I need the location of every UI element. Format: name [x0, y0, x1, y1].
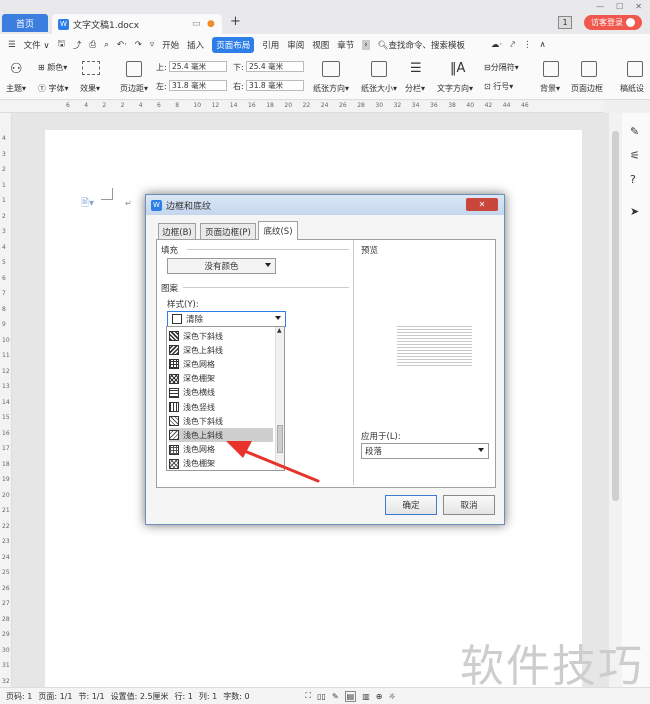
web-view-icon[interactable]: ⊕: [376, 692, 383, 701]
edit-mode-icon[interactable]: ✎: [332, 692, 339, 701]
status-column: 列: 1: [198, 691, 218, 701]
tab-shading[interactable]: 底纹(S): [258, 221, 298, 240]
status-pages: 页面: 1/1: [38, 691, 73, 701]
status-row: 行: 1: [174, 691, 193, 701]
annotation-arrow-shaft: [240, 448, 320, 483]
status-section: 节: 1/1: [78, 691, 105, 701]
eye-protect-icon[interactable]: ☼: [388, 692, 395, 701]
annotation-arrow-overlay: [226, 441, 320, 483]
outline-view-icon[interactable]: ▥: [362, 692, 370, 701]
status-word-count[interactable]: 字数: 0: [223, 691, 249, 702]
status-page-number: 页码: 1: [6, 691, 33, 701]
fullscreen-icon[interactable]: ⛶: [306, 691, 312, 701]
status-setting: 设置值: 2.5厘米: [110, 691, 169, 701]
annotation-arrow-head: [226, 441, 252, 458]
reading-mode-icon[interactable]: ▯▯: [317, 692, 326, 701]
page-view-icon[interactable]: ▤: [344, 690, 357, 702]
watermark-text: 软件技巧: [460, 641, 644, 692]
